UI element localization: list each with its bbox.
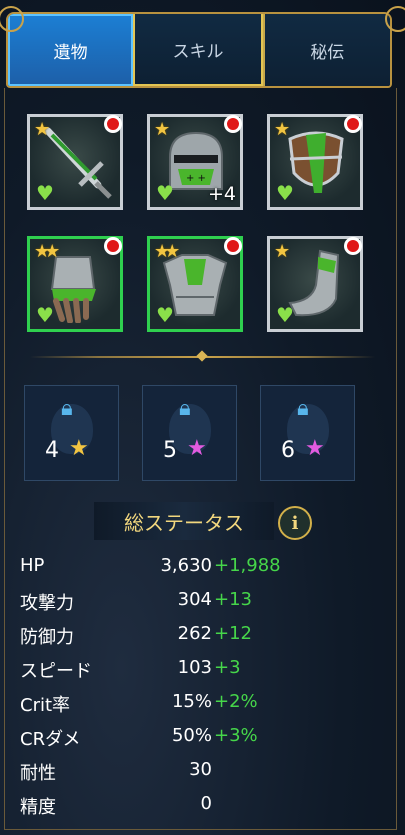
artifact-slot-helmet[interactable]: + + ★ ♥ +4 [147,114,243,210]
set-bonus-5[interactable]: 🔒︎ 5 ★ [142,385,237,481]
stat-bonus: +2% [214,691,258,712]
set-bonus-count: 5 [163,438,177,463]
alert-dot-icon [224,237,242,255]
stat-value: 262 [177,623,212,644]
artifact-slot-shield[interactable]: ★ ♥ [267,114,363,210]
info-icon[interactable]: i [278,506,312,540]
heart-icon: ♥ [276,303,294,327]
stat-label: スピード [20,661,92,682]
stat-label: Crit率 [20,695,71,716]
star-icon: ★ [187,436,207,461]
svg-text:+ +: + + [186,173,206,184]
stat-row-accuracy: 精度 0 [20,789,320,823]
stat-value: 304 [177,589,212,610]
alert-dot-icon [344,237,362,255]
set-bonus-count: 6 [281,438,295,463]
star-icon: ★ [34,119,50,140]
lock-icon: 🔒︎ [61,396,73,421]
heart-icon: ♥ [156,303,174,327]
alert-dot-icon [104,115,122,133]
stat-value: 3,630 [160,555,212,576]
stat-row-resistance: 耐性 30 [20,755,320,789]
stat-label: 攻撃力 [20,593,74,614]
stats-list: HP 3,630 +1,988 攻撃力 304 +13 防御力 262 +12 … [20,551,320,823]
stat-bonus: +1,988 [214,555,281,576]
stat-bonus: +3% [214,725,258,746]
lock-icon: 🔒︎ [297,396,309,421]
level-badge: +4 [207,183,236,205]
stat-row-crit-rate: Crit率 15% +2% [20,687,320,721]
stat-label: CRダメ [20,729,81,750]
star-icon: ★ [274,241,290,262]
frame-ornament-right [385,6,405,32]
set-bonus-6[interactable]: 🔒︎ 6 ★ [260,385,355,481]
stat-row-crit-damage: CRダメ 50% +3% [20,721,320,755]
heart-icon: ♥ [36,303,54,327]
total-status-title: 総ステータス [94,502,274,540]
artifact-slot-gauntlets[interactable]: ★★ ♥ [27,236,123,332]
stat-row-hp: HP 3,630 +1,988 [20,551,320,585]
stat-label: HP [20,555,45,576]
lock-icon: 🔒︎ [179,396,191,421]
stat-row-defense: 防御力 262 +12 [20,619,320,653]
artifact-slot-weapon[interactable]: ★ ♥ [27,114,123,210]
stat-value: 15% [171,691,212,712]
section-divider [30,350,375,362]
stat-label: 防御力 [20,627,74,648]
tab-skills[interactable]: スキル [133,14,263,86]
star-icon: ★ [69,436,89,461]
tab-mastery[interactable]: 秘伝 [262,14,390,86]
stat-row-speed: スピード 103 +3 [20,653,320,687]
alert-dot-icon [224,115,242,133]
stat-value: 50% [171,725,212,746]
stat-value: 103 [177,657,212,678]
alert-dot-icon [104,237,122,255]
star-icon: ★ [274,119,290,140]
stat-value: 0 [200,793,212,814]
star-icon: ★★ [34,241,60,262]
tab-bar: 遺物 スキル 秘伝 [6,12,392,88]
stat-bonus: +12 [214,623,252,644]
tab-artifacts[interactable]: 遺物 [8,14,134,86]
heart-icon: ♥ [36,181,54,205]
heart-icon: ♥ [276,181,294,205]
stat-bonus: +3 [214,657,241,678]
star-icon: ★ [305,436,325,461]
star-icon: ★ [154,119,170,140]
stat-row-attack: 攻撃力 304 +13 [20,585,320,619]
alert-dot-icon [344,115,362,133]
artifact-slot-chestplate[interactable]: ★★ ♥ [147,236,243,332]
set-bonus-4[interactable]: 🔒︎ 4 ★ [24,385,119,481]
artifact-slot-boots[interactable]: ★ ♥ [267,236,363,332]
star-icon: ★★ [154,241,180,262]
heart-icon: ♥ [156,181,174,205]
stat-bonus: +13 [214,589,252,610]
stat-label: 耐性 [20,763,56,784]
stat-value: 30 [189,759,212,780]
set-bonus-count: 4 [45,438,59,463]
stat-label: 精度 [20,797,56,818]
